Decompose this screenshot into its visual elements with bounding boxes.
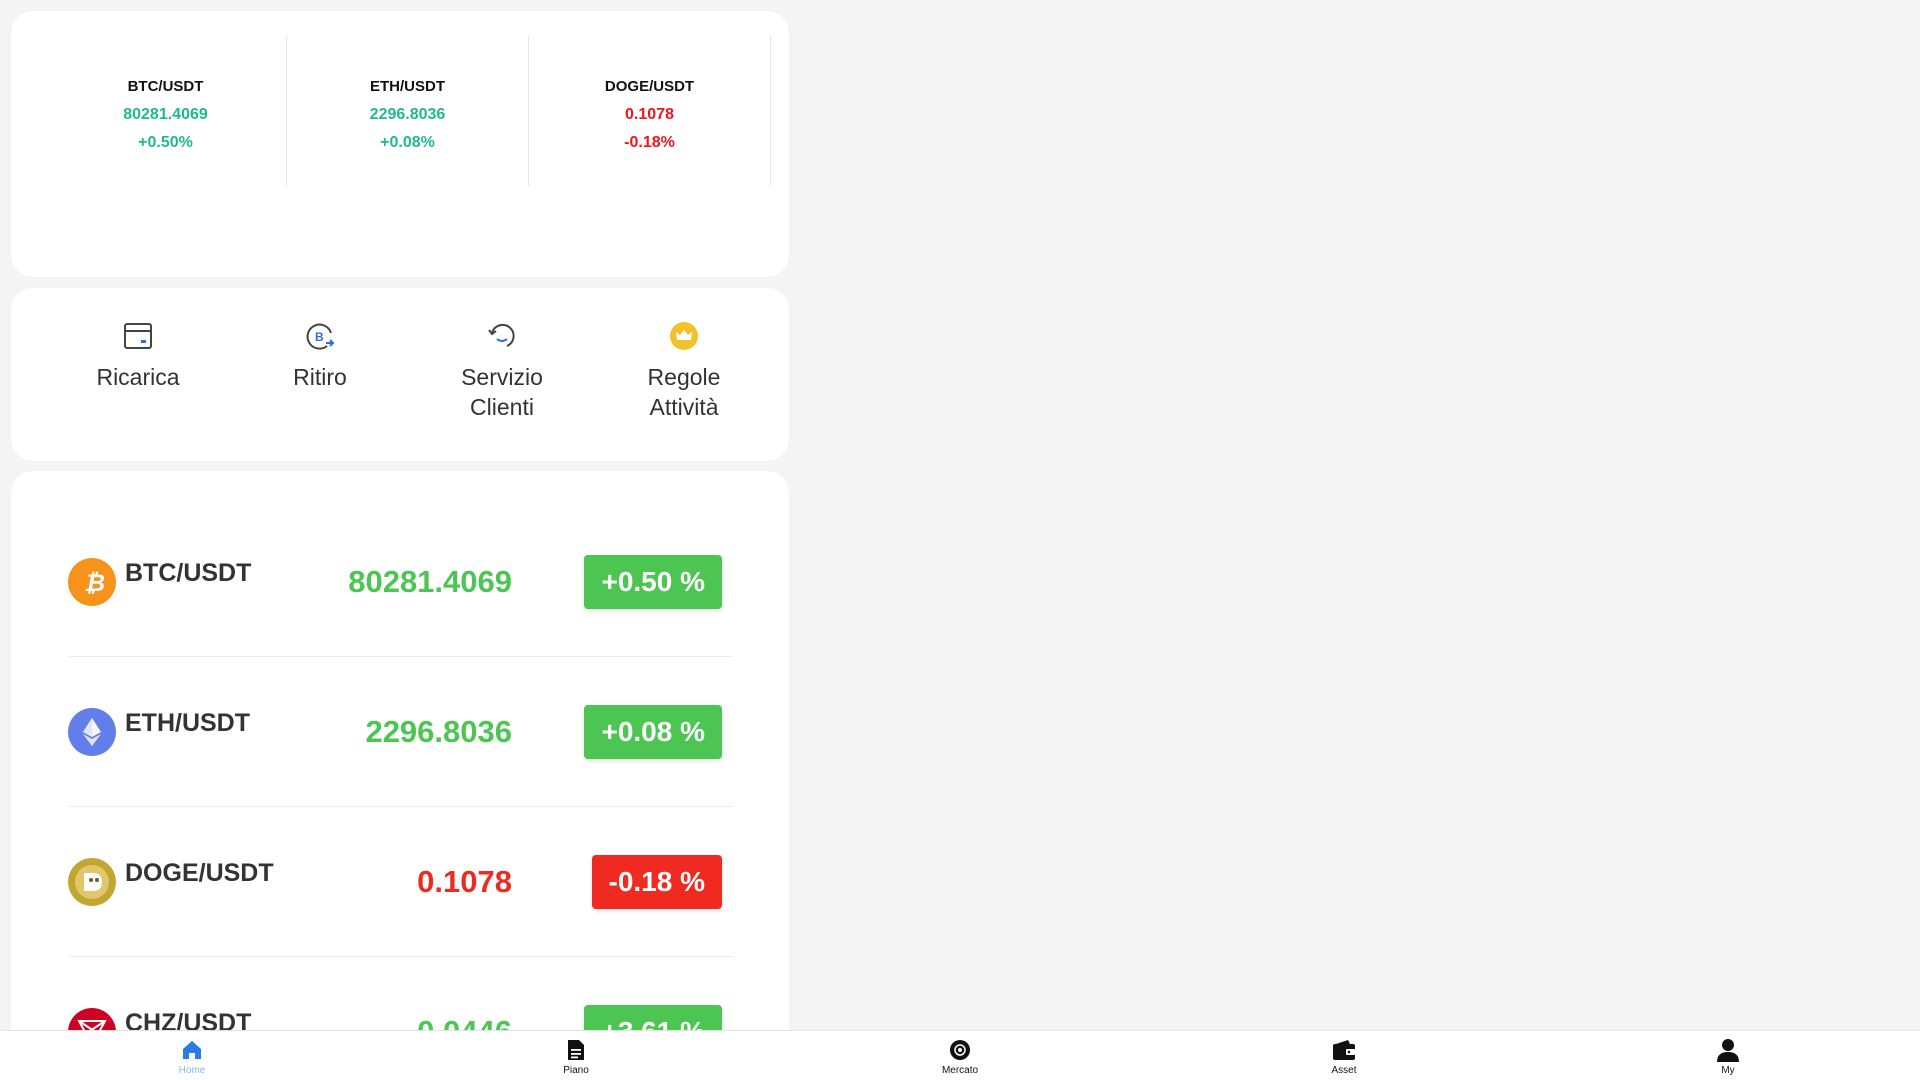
withdraw-button[interactable]: B Ritiro: [229, 320, 411, 422]
quick-actions: Ricarica B Ritiro Servizio Clienti Regol…: [11, 288, 789, 422]
ticker-doge[interactable]: DOGE/USDT 0.1078 -0.18%: [529, 36, 771, 186]
market-list-card: ₿ BTC/USDT 80281.4069 +0.50 % ETH/USDT 2…: [11, 471, 789, 1080]
tab-asset[interactable]: Asset: [1152, 1031, 1536, 1080]
market-change-badge: +0.50 %: [584, 554, 722, 609]
ticker-row: BTC/USDT 80281.4069 +0.50% ETH/USDT 2296…: [11, 11, 789, 186]
market-icon: [947, 1037, 973, 1063]
bitcoin-icon: ₿: [68, 557, 116, 606]
action-label: Servizio Clienti: [461, 364, 543, 420]
ticker-card: BTC/USDT 80281.4069 +0.50% ETH/USDT 2296…: [11, 11, 789, 277]
market-change-badge: +0.08 %: [584, 704, 722, 759]
ticker-price: 80281.4069: [123, 106, 208, 123]
customer-service-button[interactable]: Servizio Clienti: [411, 320, 593, 422]
market-row-eth[interactable]: ETH/USDT 2296.8036 +0.08 %: [68, 657, 733, 807]
tab-label: Piano: [563, 1065, 589, 1076]
tab-my[interactable]: My: [1536, 1031, 1920, 1080]
tab-label: Mercato: [941, 1065, 979, 1076]
svg-text:B: B: [315, 330, 324, 344]
ticker-change: +0.50%: [138, 134, 193, 151]
market-change-badge: -0.18 %: [591, 854, 722, 909]
ticker-price: 0.1078: [625, 106, 674, 123]
recharge-button[interactable]: Ricarica: [47, 320, 229, 422]
ticker-price: 2296.8036: [369, 106, 446, 123]
market-row-doge[interactable]: DOGE/USDT 0.1078 -0.18 %: [68, 807, 733, 957]
withdraw-coin-icon: B: [304, 320, 336, 352]
tab-label: Home: [178, 1065, 206, 1076]
ethereum-icon: [68, 707, 116, 756]
quick-actions-card: Ricarica B Ritiro Servizio Clienti Regol…: [11, 288, 789, 461]
crown-icon: [668, 320, 700, 352]
market-price: 80281.4069: [348, 563, 512, 599]
market-price: 2296.8036: [365, 713, 512, 749]
tab-label: My: [1721, 1065, 1735, 1076]
market-pair: DOGE/USDT: [125, 859, 274, 887]
market-price: 0.1078: [417, 863, 512, 899]
tab-mercato[interactable]: Mercato: [768, 1031, 1152, 1080]
ticker-btc[interactable]: BTC/USDT 80281.4069 +0.50%: [45, 36, 287, 186]
customer-service-icon: [486, 320, 518, 352]
market-pair: BTC/USDT: [125, 559, 252, 587]
ticker-symbol: DOGE/USDT: [604, 78, 695, 95]
ticker-change: +0.08%: [380, 134, 435, 151]
ticker-symbol: BTC/USDT: [127, 78, 204, 95]
ticker-symbol: ETH/USDT: [370, 78, 445, 95]
market-row-btc[interactable]: ₿ BTC/USDT 80281.4069 +0.50 %: [68, 507, 733, 657]
bottom-tab-bar: Home Piano Mercato Asset My: [0, 1030, 1920, 1080]
tab-home[interactable]: Home: [0, 1031, 384, 1080]
action-label: Regole Attività: [647, 364, 721, 420]
wallet-icon: [1331, 1037, 1357, 1063]
action-label: Ritiro: [293, 364, 347, 390]
recharge-card-icon: [122, 320, 154, 352]
document-icon: [563, 1037, 589, 1063]
user-icon: [1715, 1037, 1741, 1063]
svg-text:₿: ₿: [84, 570, 105, 597]
action-label: Ricarica: [96, 364, 180, 390]
ticker-change: -0.18%: [624, 134, 675, 151]
home-icon: [179, 1037, 205, 1063]
activity-rules-button[interactable]: Regole Attività: [593, 320, 775, 422]
ticker-eth[interactable]: ETH/USDT 2296.8036 +0.08%: [287, 36, 529, 186]
market-pair: ETH/USDT: [125, 709, 250, 737]
market-list: ₿ BTC/USDT 80281.4069 +0.50 % ETH/USDT 2…: [11, 471, 789, 1080]
dogecoin-icon: [68, 857, 116, 906]
tab-label: Asset: [1331, 1065, 1357, 1076]
app-root: BTC/USDT 80281.4069 +0.50% ETH/USDT 2296…: [0, 0, 1920, 1080]
tab-piano[interactable]: Piano: [384, 1031, 768, 1080]
